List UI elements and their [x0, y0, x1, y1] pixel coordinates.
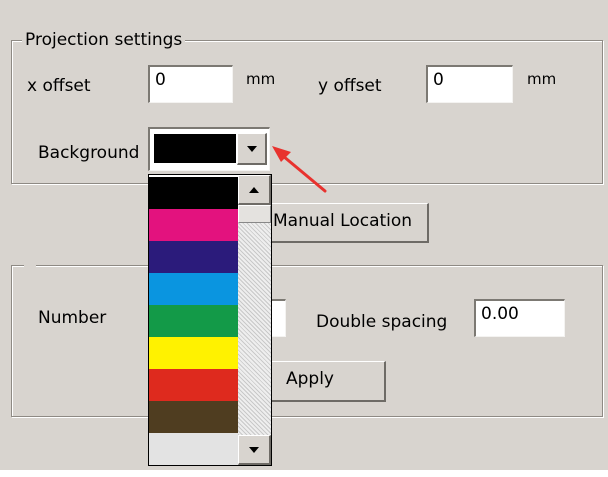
color-option-green[interactable] [149, 305, 238, 337]
background-label: Background [38, 143, 140, 163]
x-offset-label: x offset [27, 76, 91, 96]
background-color-select[interactable] [148, 127, 270, 171]
apply-label: Apply [286, 369, 334, 389]
y-offset-unit: mm [527, 70, 557, 88]
color-option-light-gray[interactable] [149, 433, 238, 465]
screenshot-canvas: Projection settings x offset 0 mm y offs… [0, 0, 608, 477]
x-offset-input[interactable]: 0 [148, 65, 233, 103]
y-offset-input[interactable]: 0 [426, 65, 513, 103]
color-option-red[interactable] [149, 369, 238, 401]
chevron-up-icon [249, 186, 259, 193]
projection-settings-title: Projection settings [22, 30, 186, 50]
chevron-down-icon [246, 145, 257, 152]
x-offset-unit: mm [246, 70, 276, 88]
dropdown-scrollbar-thumb[interactable] [238, 205, 271, 223]
y-offset-label: y offset [318, 76, 382, 96]
color-option-yellow[interactable] [149, 337, 238, 369]
manual-location-label: Manual Location [273, 211, 413, 231]
dropdown-arrow-button[interactable] [237, 133, 267, 165]
color-option-sky-blue[interactable] [149, 273, 238, 305]
color-dropdown-list[interactable] [148, 174, 272, 466]
double-spacing-input[interactable]: 0.00 [474, 299, 565, 337]
chevron-down-icon [249, 446, 259, 453]
scroll-up-button[interactable] [238, 175, 271, 205]
color-option-magenta[interactable] [149, 209, 238, 241]
scroll-down-button[interactable] [238, 435, 271, 465]
double-spacing-label: Double spacing [316, 312, 448, 332]
color-option-indigo[interactable] [149, 241, 238, 273]
number-label: Number [38, 308, 107, 328]
color-option-black[interactable] [149, 177, 238, 209]
settings-panel: Projection settings x offset 0 mm y offs… [0, 0, 608, 470]
selected-color-swatch [154, 134, 236, 163]
color-option-brown[interactable] [149, 401, 238, 433]
numbering-settings-title [24, 255, 36, 275]
